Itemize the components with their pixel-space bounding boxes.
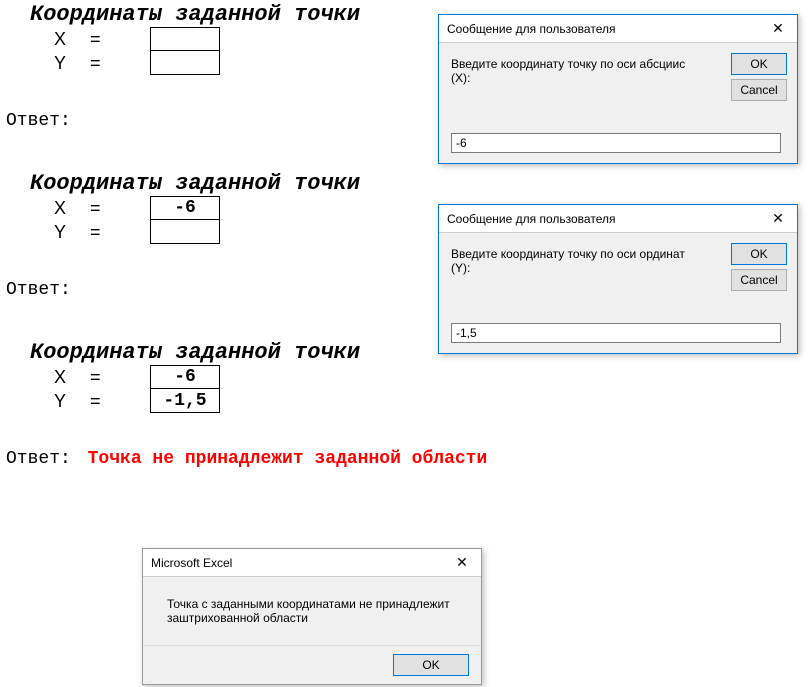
close-icon[interactable]: ✕ [443, 549, 481, 577]
dialog-titlebar-2[interactable]: Сообщение для пользователя ✕ [439, 205, 797, 233]
cancel-button[interactable]: Cancel [731, 269, 787, 291]
dialog-title-1: Сообщение для пользователя [447, 22, 615, 36]
ok-button[interactable]: OK [731, 53, 787, 75]
eq-3a: = [90, 367, 150, 388]
dialog-prompt-2: Введите координату точку по оси ординат … [451, 247, 701, 275]
answer-label-3: Ответ: Точка не принадлежит заданной обл… [0, 449, 812, 469]
eq-1b: = [90, 53, 150, 74]
x-label-3: X [30, 367, 90, 388]
eq-1a: = [90, 29, 150, 50]
x-label-2: X [30, 198, 90, 219]
eq-2b: = [90, 222, 150, 243]
x-label-1: X [30, 29, 90, 50]
dialog-prompt-1: Введите координату точку по оси абсциис … [451, 57, 701, 85]
coord-header-2: Координаты заданной точки [0, 171, 812, 196]
cancel-button[interactable]: Cancel [731, 79, 787, 101]
eq-3b: = [90, 391, 150, 412]
coord-header-3: Координаты заданной точки [0, 340, 812, 365]
y-value-cell-3[interactable]: -1,5 [150, 389, 220, 413]
ok-button[interactable]: OK [393, 654, 469, 676]
y-label-3: Y [30, 391, 90, 412]
y-label-1: Y [30, 53, 90, 74]
msgbox-title: Microsoft Excel [151, 556, 232, 570]
answer-text-3: Точка не принадлежит заданной области [88, 449, 488, 469]
ok-button[interactable]: OK [731, 243, 787, 265]
dialog-titlebar-1[interactable]: Сообщение для пользователя ✕ [439, 15, 797, 43]
x-value-cell-2[interactable]: -6 [150, 196, 220, 220]
x-value-cell-3[interactable]: -6 [150, 365, 220, 389]
msgbox-message: Точка с заданными координатами не принад… [167, 597, 457, 625]
msgbox-titlebar[interactable]: Microsoft Excel ✕ [143, 549, 481, 577]
x-value-cell-1[interactable] [150, 27, 220, 51]
close-icon[interactable]: ✕ [759, 205, 797, 233]
close-icon[interactable]: ✕ [759, 15, 797, 43]
y-label-2: Y [30, 222, 90, 243]
y-value-cell-1[interactable] [150, 51, 220, 75]
eq-2a: = [90, 198, 150, 219]
y-value-cell-2[interactable] [150, 220, 220, 244]
excel-msgbox: Microsoft Excel ✕ Точка с заданными коор… [142, 548, 482, 685]
dialog-title-2: Сообщение для пользователя [447, 212, 615, 226]
